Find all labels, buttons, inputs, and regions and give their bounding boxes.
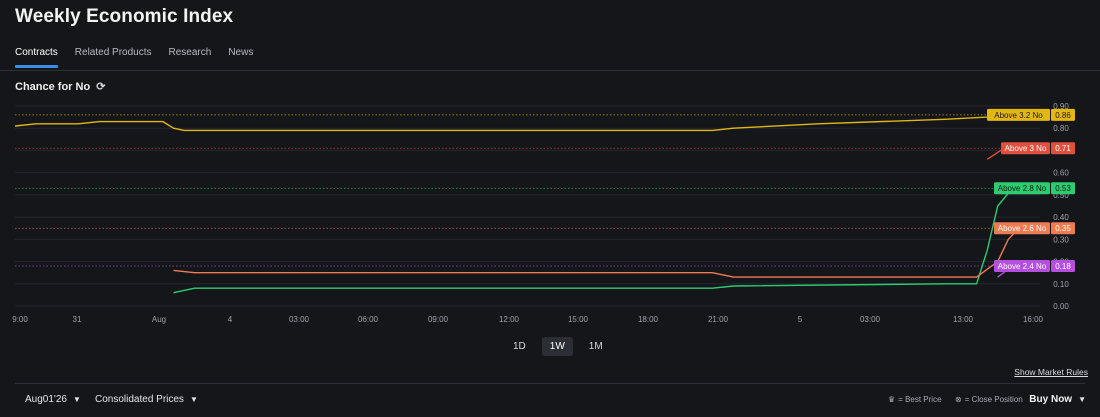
range-1d-button[interactable]: 1D [505,337,534,356]
chart-section-title: Chance for No [15,80,91,93]
x-tick-label: 4 [228,315,233,324]
chevron-down-icon: ▼ [189,395,198,404]
tab-research[interactable]: Research [169,47,212,68]
y-tick-label: 0.10 [1053,280,1069,289]
series-value-label: 0.86 [1055,111,1071,120]
close-position-icon: ⊗ [955,395,962,404]
crown-icon: ♛ [888,395,896,404]
series-name-label: Above 2.8 No [998,184,1047,193]
x-tick-label: 03:00 [860,315,881,324]
x-tick-label: 15:00 [568,315,589,324]
series-name-label: Above 2.4 No [998,262,1047,271]
range-1m-button[interactable]: 1M [581,337,611,356]
series-value-label: 0.71 [1055,144,1071,153]
x-tick-label: 13:00 [953,315,974,324]
x-tick-label: 31 [73,315,82,324]
best-price-legend: ♛ = Best Price [888,395,942,404]
close-position-legend: ⊗ = Close Position [955,395,1023,404]
x-tick-label: 09:00 [428,315,449,324]
tab-contracts[interactable]: Contracts [15,47,58,68]
tab-news[interactable]: News [228,47,253,68]
series-line [173,227,1040,278]
series-name-label: Above 3.2 No [994,111,1043,120]
tab-related-products[interactable]: Related Products [75,47,152,68]
x-tick-label: 21:00 [708,315,729,324]
y-tick-label: 0.40 [1053,213,1069,222]
footer-divider [15,383,1085,384]
date-dropdown-label: Aug01'26 [25,394,67,405]
best-price-legend-label: = Best Price [898,395,942,404]
x-tick-label: 03:00 [289,315,310,324]
x-tick-label: 16:00 [1023,315,1044,324]
range-selector: 1D 1W 1M [505,337,611,356]
x-tick-label: Aug [152,315,166,324]
y-tick-label: 0.60 [1053,169,1069,178]
close-position-legend-label: = Close Position [964,395,1023,404]
x-tick-label: 9:00 [12,315,28,324]
price-mode-dropdown[interactable]: Consolidated Prices ▼ [95,394,198,405]
x-tick-label: 12:00 [499,315,520,324]
chart-section-header: Chance for No ⟳ [15,80,105,94]
show-market-rules-link[interactable]: Show Market Rules [1014,367,1088,377]
series-value-label: 0.18 [1055,262,1071,271]
page-title: Weekly Economic Index [15,6,234,27]
x-tick-label: 5 [798,315,803,324]
chevron-down-icon: ▼ [1078,395,1086,404]
refresh-icon[interactable]: ⟳ [96,80,105,93]
footer-bar: Aug01'26 ▼ Consolidated Prices ▼ ♛ = Bes… [0,394,1100,410]
tab-bar: Contracts Related Products Research News [15,47,253,68]
x-tick-label: 06:00 [358,315,379,324]
tabs-divider [0,70,1100,71]
series-name-label: Above 2.6 No [998,224,1047,233]
y-tick-label: 0.00 [1053,302,1069,311]
y-tick-label: 0.30 [1053,235,1069,244]
buy-now-label: Buy Now [1029,394,1073,405]
x-tick-label: 18:00 [638,315,659,324]
price-chart: 0.900.800.700.600.500.400.300.200.100.00… [12,102,1075,324]
series-name-label: Above 3 No [1005,144,1047,153]
range-1w-button[interactable]: 1W [541,337,573,356]
price-mode-label: Consolidated Prices [95,394,184,405]
y-tick-label: 0.80 [1053,124,1069,133]
series-value-label: 0.35 [1055,224,1071,233]
chevron-down-icon: ▼ [72,395,81,404]
buy-now-dropdown[interactable]: Buy Now ▼ [1029,394,1086,405]
series-value-label: 0.53 [1055,184,1071,193]
date-dropdown[interactable]: Aug01'26 ▼ [25,394,81,405]
